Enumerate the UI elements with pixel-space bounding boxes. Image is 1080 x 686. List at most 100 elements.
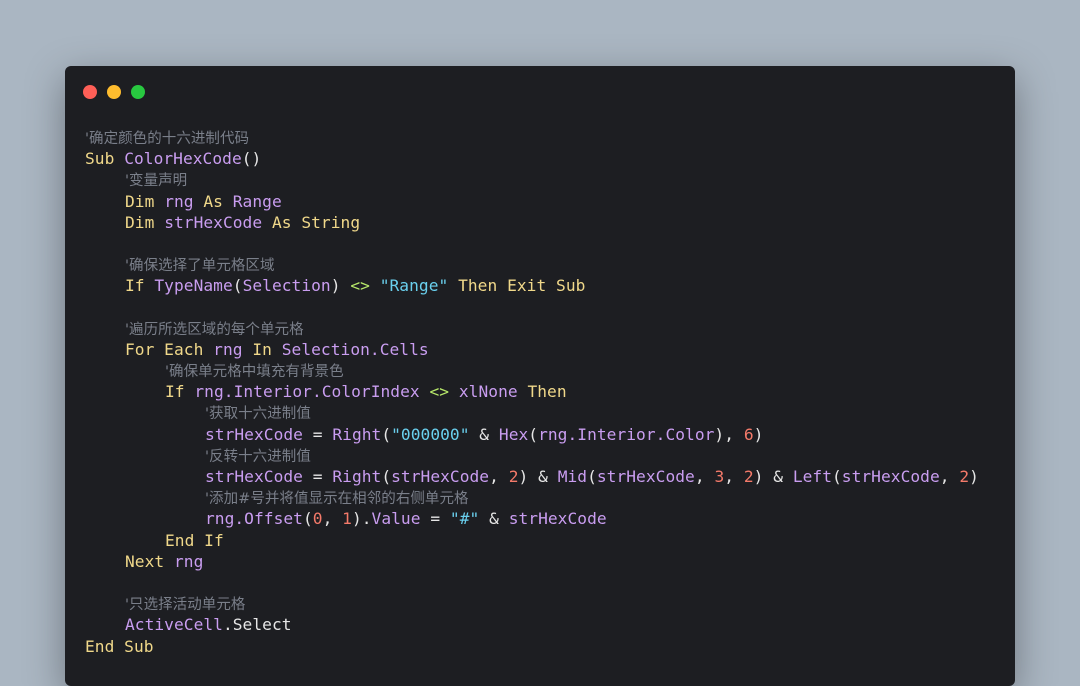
code-token: '确定颜色的十六进制代码 bbox=[85, 131, 250, 147]
code-token: Right bbox=[332, 424, 382, 444]
code-block: '确定颜色的十六进制代码 Sub ColorHexCode() '变量声明 Dim r… bbox=[85, 127, 1015, 657]
code-token: ). bbox=[351, 509, 372, 529]
code-token: () bbox=[241, 149, 262, 169]
code-token: xlNone bbox=[458, 382, 518, 402]
maximize-dot[interactable] bbox=[131, 85, 145, 99]
code-token: ( bbox=[587, 467, 597, 486]
code-token: ( bbox=[381, 467, 392, 486]
code-line: If rng.Interior.ColorIndex <> xlNone The… bbox=[85, 381, 1015, 402]
code-token: Right bbox=[332, 467, 382, 486]
code-token: In bbox=[242, 339, 282, 359]
code-line: '获取十六进制值 bbox=[85, 402, 1015, 423]
code-token: strHexCode bbox=[596, 467, 695, 486]
code-token: ), bbox=[714, 424, 744, 444]
code-token: ( bbox=[302, 509, 313, 529]
code-token: 2 bbox=[508, 467, 519, 486]
code-token: strHexCode bbox=[205, 467, 303, 486]
code-token: Value bbox=[371, 509, 421, 529]
code-token: ) bbox=[753, 424, 764, 444]
code-line: '反转十六进制值 bbox=[85, 445, 1015, 466]
code-token: Left bbox=[792, 467, 832, 486]
code-token: rng bbox=[173, 551, 204, 571]
code-token: "#" bbox=[449, 509, 480, 529]
code-token: If bbox=[125, 276, 155, 296]
code-token: '遍历所选区域的每个单元格 bbox=[125, 321, 304, 338]
code-token: = bbox=[420, 509, 450, 529]
code-token: '确保单元格中填充有背景色 bbox=[165, 364, 344, 381]
code-token: ActiveCell bbox=[125, 615, 223, 635]
code-token: rng bbox=[213, 339, 243, 359]
code-line: End Sub bbox=[85, 636, 1015, 657]
code-token: strHexCode bbox=[205, 424, 303, 444]
code-token: 1 bbox=[342, 509, 352, 529]
code-line: rng.Offset(0, 1).Value = "#" & strHexCod… bbox=[85, 508, 1015, 529]
code-token: '添加#号并将值显示在相邻的右侧单元格 bbox=[205, 491, 469, 508]
code-token: Mid bbox=[557, 467, 588, 486]
code-token: ColorHexCode bbox=[124, 149, 242, 169]
minimize-dot[interactable] bbox=[107, 85, 121, 99]
code-token: , bbox=[724, 467, 744, 486]
code-token: "Range" bbox=[379, 276, 449, 296]
code-token: '确保选择了单元格区域 bbox=[125, 258, 275, 275]
code-token: Selection bbox=[242, 276, 331, 296]
code-token: If bbox=[165, 382, 195, 402]
close-dot[interactable] bbox=[83, 85, 97, 99]
code-token: ) & bbox=[518, 467, 558, 486]
code-window: '确定颜色的十六进制代码 Sub ColorHexCode() '变量声明 Dim r… bbox=[65, 66, 1015, 686]
code-token: End If bbox=[165, 530, 224, 550]
code-token: , bbox=[322, 509, 343, 529]
code-token: As String bbox=[262, 212, 361, 232]
code-token: , bbox=[694, 467, 715, 486]
code-line: Sub ColorHexCode() bbox=[85, 148, 1015, 169]
code-token: strHexCode bbox=[391, 467, 490, 486]
code-token: 3 bbox=[714, 467, 725, 486]
code-line: Dim strHexCode As String bbox=[85, 212, 1015, 233]
code-line: strHexCode = Right("000000" & Hex(rng.In… bbox=[85, 424, 1015, 445]
code-line: Dim rng As Range bbox=[85, 191, 1015, 212]
code-token: strHexCode bbox=[508, 509, 607, 529]
code-token: '获取十六进制值 bbox=[205, 406, 311, 423]
code-token: ( bbox=[528, 424, 539, 444]
code-line: '遍历所选区域的每个单元格 bbox=[85, 318, 1015, 339]
code-token: 2 bbox=[743, 467, 754, 486]
code-token: Dim bbox=[125, 212, 165, 232]
code-token: End Sub bbox=[85, 636, 154, 656]
window-controls bbox=[83, 85, 145, 99]
code-line: If TypeName(Selection) <> "Range" Then E… bbox=[85, 275, 1015, 296]
code-token: , bbox=[489, 467, 509, 486]
code-token: '变量声明 bbox=[125, 173, 188, 190]
code-token: Range bbox=[232, 191, 282, 211]
code-line: '只选择活动单元格 bbox=[85, 593, 1015, 614]
code-token: Next bbox=[125, 551, 174, 571]
code-token: Hex bbox=[498, 424, 529, 444]
code-token: ) & bbox=[753, 467, 793, 486]
code-line: '确保选择了单元格区域 bbox=[85, 254, 1015, 275]
code-token: rng bbox=[164, 191, 194, 211]
code-token: ( bbox=[381, 424, 392, 444]
code-line: Next rng bbox=[85, 551, 1015, 572]
code-token: rng.Interior.ColorIndex bbox=[194, 382, 420, 402]
code-token: ) bbox=[330, 276, 351, 296]
code-token: ( bbox=[232, 276, 243, 296]
code-line: '变量声明 bbox=[85, 169, 1015, 190]
code-token: TypeName bbox=[154, 276, 233, 296]
code-token: As bbox=[193, 191, 233, 211]
code-token: For Each bbox=[125, 339, 214, 359]
code-token: = bbox=[302, 424, 333, 444]
code-token: 0 bbox=[312, 509, 323, 529]
code-token: Dim bbox=[125, 191, 165, 211]
code-token: Selection.Cells bbox=[281, 339, 429, 359]
code-token: , bbox=[939, 467, 960, 486]
code-token: strHexCode bbox=[164, 212, 263, 232]
code-token: .Select bbox=[222, 615, 292, 635]
code-token: Then bbox=[517, 382, 567, 402]
code-token: "000000" bbox=[391, 424, 470, 444]
code-line: strHexCode = Right(strHexCode, 2) & Mid(… bbox=[85, 466, 1015, 487]
code-token: ) bbox=[969, 467, 979, 486]
code-token: rng.Offset bbox=[205, 509, 303, 529]
code-token: '反转十六进制值 bbox=[205, 448, 311, 465]
code-line: For Each rng In Selection.Cells bbox=[85, 339, 1015, 360]
